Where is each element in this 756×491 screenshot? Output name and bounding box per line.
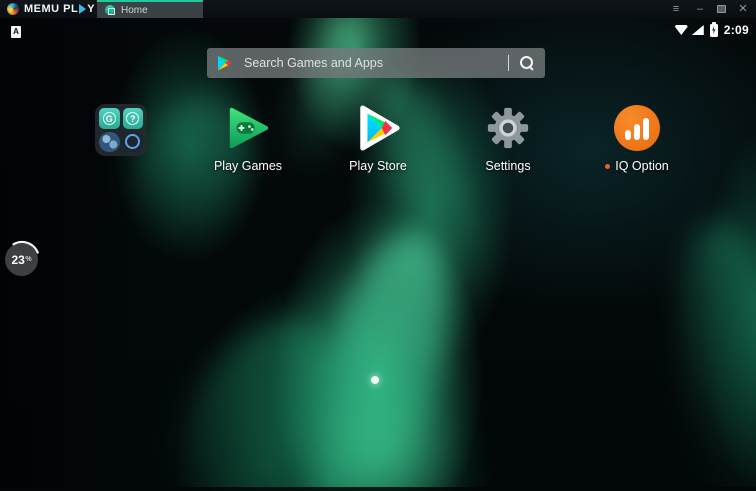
search-bar[interactable]: Search Games and Apps (207, 48, 545, 78)
iq-option-label: IQ Option (615, 159, 669, 173)
tab-home[interactable]: Home (97, 0, 203, 18)
play-triangle-icon (79, 4, 86, 14)
app-label: Play Games (214, 159, 282, 173)
iq-option-icon (613, 104, 661, 152)
chart-bar (634, 124, 640, 140)
settings-label: Settings (485, 159, 530, 173)
status-clock: 2:09 (724, 23, 749, 37)
status-icons: 2:09 (675, 23, 749, 37)
wifi-icon (675, 25, 688, 35)
performance-arc (3, 239, 43, 279)
folder-mini-settings-icon (123, 132, 144, 153)
search-placeholder: Search Games and Apps (244, 56, 508, 70)
cellular-signal-icon (692, 25, 704, 35)
search-divider (508, 55, 510, 71)
app-label: Play Store (349, 159, 407, 173)
home-tab-label: Home (121, 5, 148, 16)
play-store-label: Play Store (349, 159, 407, 173)
folder-mini-g-app-icon: G (99, 108, 120, 129)
folder-mini-help-app-icon: ? (123, 108, 144, 129)
play-games-label: Play Games (214, 159, 282, 173)
brand-text-suffix: Y (87, 3, 95, 15)
google-play-icon (217, 55, 232, 71)
brand-text-prefix: MEMU PL (24, 3, 78, 15)
wallpaper-shading (0, 18, 756, 491)
home-page-indicator-dot (371, 376, 379, 384)
app-folder[interactable]: G ? (95, 104, 147, 156)
android-home-screen: A 2:09 Search Games and Apps G ? (0, 18, 756, 491)
mini-app-letter: ? (126, 112, 139, 125)
app-play-store[interactable]: Play Store (323, 104, 433, 173)
titlebar: MEMU PL Y Home ≡ – ✕ (0, 0, 756, 18)
app-settings[interactable]: Settings (453, 104, 563, 173)
bottom-strip (0, 487, 756, 491)
home-tab-icon (105, 5, 115, 15)
performance-ball-widget[interactable]: 23% (3, 239, 43, 279)
new-app-dot (605, 164, 610, 169)
app-play-games[interactable]: Play Games (193, 104, 303, 173)
android-status-bar: A 2:09 (0, 20, 756, 42)
window-controls: ≡ – ✕ (669, 0, 750, 18)
maximize-button[interactable] (717, 5, 726, 13)
app-label: IQ Option (605, 159, 669, 173)
menu-button[interactable]: ≡ (669, 4, 683, 15)
memu-logo-icon (7, 3, 19, 15)
brand-text: MEMU PL Y (24, 3, 95, 15)
play-games-icon (224, 104, 272, 152)
minimize-button[interactable]: – (693, 4, 707, 15)
settings-gear-icon (484, 104, 532, 152)
chart-bar (643, 118, 649, 140)
app-label: Settings (485, 159, 530, 173)
search-icon[interactable] (519, 55, 535, 71)
battery-charging-icon (710, 24, 718, 37)
chart-bar (625, 130, 631, 140)
close-button[interactable]: ✕ (736, 4, 750, 15)
keyboard-indicator-badge: A (11, 26, 21, 38)
app-iq-option[interactable]: IQ Option (582, 104, 692, 173)
memu-brand: MEMU PL Y (0, 3, 95, 15)
play-store-icon (354, 104, 402, 152)
iq-option-chart-icon (614, 105, 660, 151)
mini-app-letter: G (103, 112, 116, 125)
charging-bolt-icon (711, 26, 716, 35)
folder-mini-browser-icon (99, 132, 120, 153)
memu-emulator-window: MEMU PL Y Home ≡ – ✕ A (0, 0, 756, 491)
